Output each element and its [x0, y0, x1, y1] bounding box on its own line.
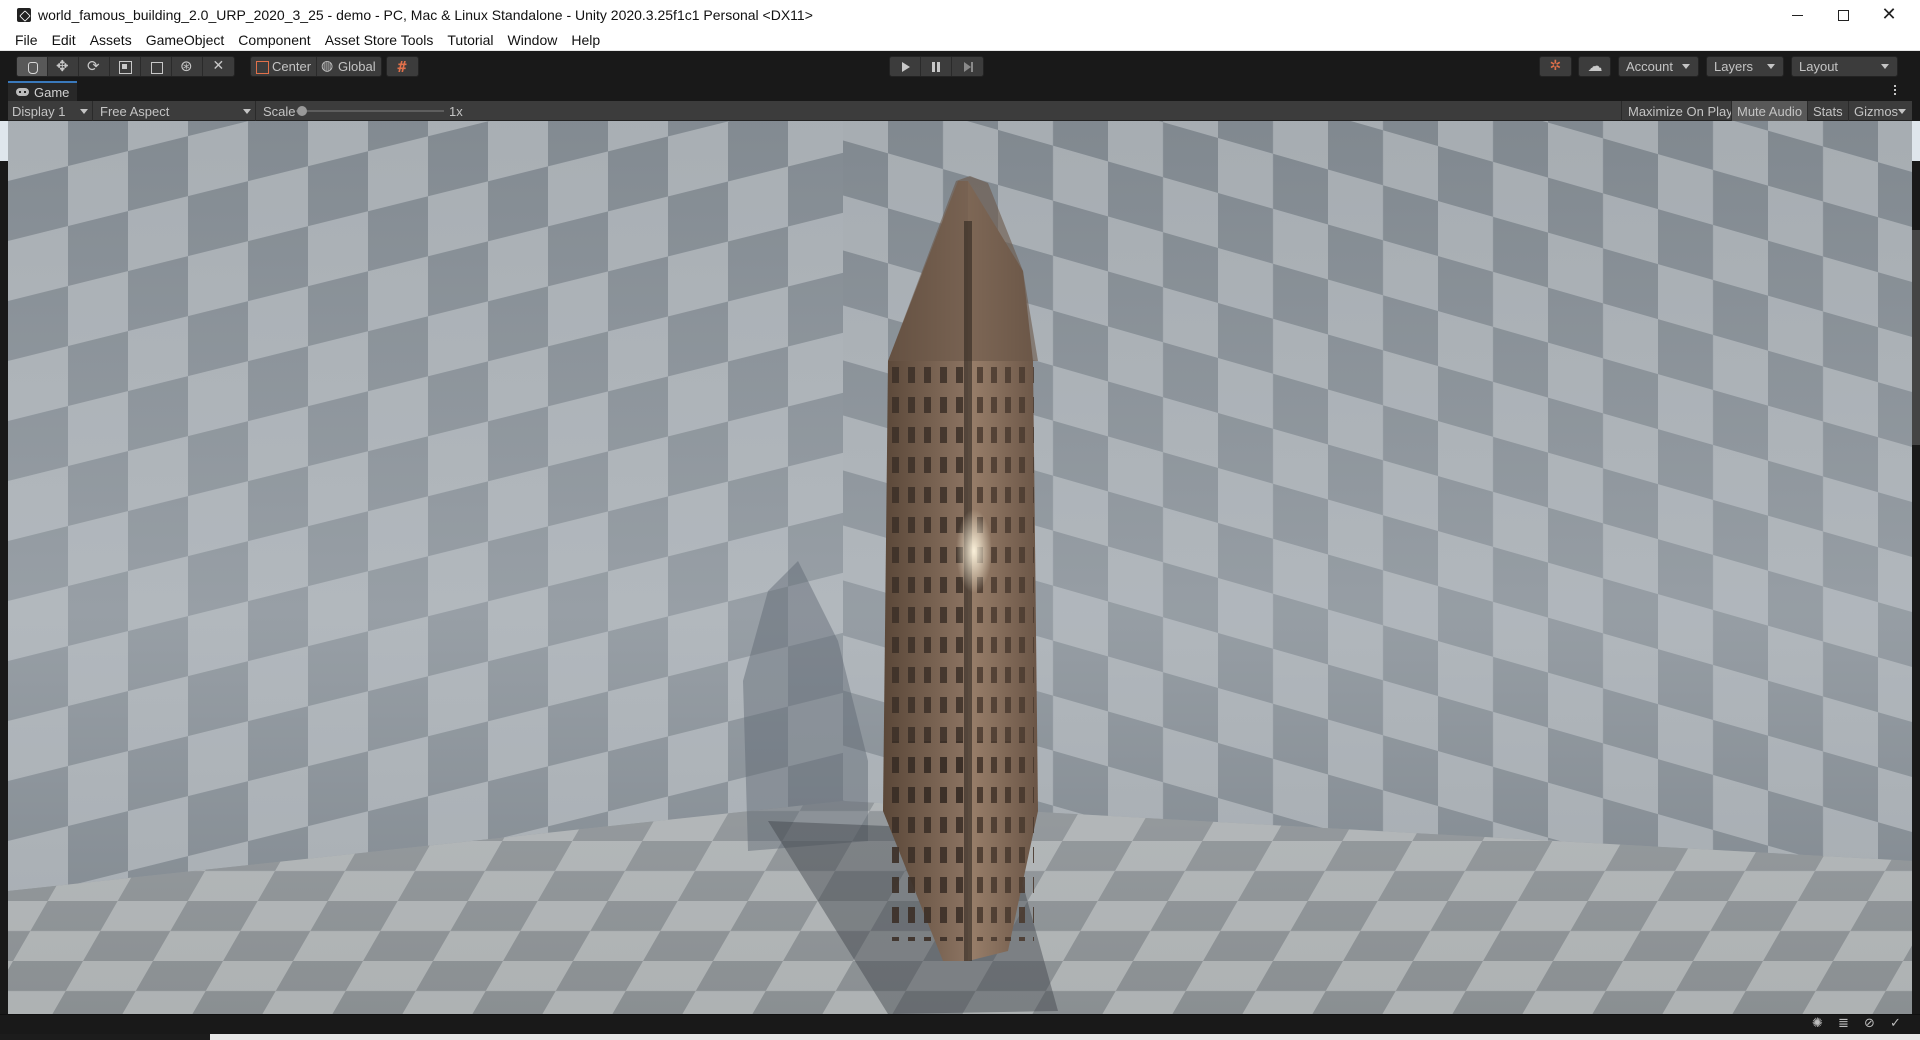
transform-tools-group	[16, 56, 235, 77]
main-toolbar: Center Global Account Layers Layout	[0, 51, 1920, 81]
scale-value: 1x	[449, 103, 463, 119]
tab-game[interactable]: Game	[8, 81, 78, 101]
hand-tool-button[interactable]	[17, 57, 48, 76]
grid-snap-icon	[396, 58, 410, 76]
scale-slider-track[interactable]	[296, 110, 444, 112]
game-viewport[interactable]	[8, 121, 1912, 1014]
cloud-icon	[1588, 57, 1603, 75]
pivot-mode-button[interactable]: Center	[251, 57, 318, 76]
cloud-button[interactable]	[1579, 57, 1610, 76]
play-icon	[898, 60, 912, 74]
menu-assets[interactable]: Assets	[83, 30, 139, 51]
layout-label: Layout	[1799, 59, 1839, 74]
pivot-space-label: Global	[338, 59, 376, 74]
hand-icon	[25, 60, 39, 74]
chevron-down-icon	[80, 108, 88, 114]
maximize-on-play-toggle[interactable]: Maximize On Play	[1621, 101, 1739, 121]
minimize-button[interactable]	[1774, 0, 1820, 30]
playmode-group	[889, 56, 984, 77]
menu-asset-store-tools[interactable]: Asset Store Tools	[318, 30, 441, 51]
menu-window[interactable]: Window	[501, 30, 565, 51]
minimize-icon	[1791, 14, 1803, 16]
scale-tool-button[interactable]	[110, 57, 141, 76]
tools-icon	[212, 58, 226, 74]
disconnected-icon[interactable]	[1864, 1016, 1878, 1032]
rect-icon	[149, 60, 163, 74]
menu-help[interactable]: Help	[564, 30, 607, 51]
rotate-icon	[87, 57, 101, 75]
layout-dropdown[interactable]: Layout	[1791, 56, 1898, 77]
pivot-group: Center Global	[250, 56, 382, 77]
gizmos-toggle[interactable]: Gizmos	[1849, 101, 1902, 121]
custom-tool-button[interactable]	[203, 57, 234, 76]
chevron-down-icon	[1881, 64, 1889, 69]
debug-icon[interactable]	[1812, 1016, 1826, 1032]
scale-slider-handle[interactable]	[297, 106, 307, 116]
tab-game-label: Game	[34, 84, 70, 100]
rotate-tool-button[interactable]	[79, 57, 110, 76]
menu-gameobject[interactable]: GameObject	[139, 30, 232, 51]
status-bar	[0, 1014, 1920, 1034]
scrollbar-thumb[interactable]	[1912, 230, 1920, 445]
chevron-down-icon	[243, 108, 251, 114]
panel-options-icon[interactable]	[1893, 85, 1897, 97]
grid-snap-button[interactable]	[387, 57, 418, 76]
pause-button[interactable]	[921, 57, 952, 76]
menu-component[interactable]: Component	[231, 30, 317, 51]
pivot-icon	[255, 60, 269, 74]
account-dropdown[interactable]: Account	[1618, 56, 1699, 77]
move-tool-button[interactable]	[48, 57, 79, 76]
layers-dropdown[interactable]: Layers	[1706, 56, 1784, 77]
close-icon: ✕	[1881, 4, 1897, 25]
step-button[interactable]	[952, 57, 983, 76]
play-button[interactable]	[890, 57, 921, 76]
gizmos-menu-button[interactable]	[1898, 101, 1906, 121]
menu-file[interactable]: File	[8, 30, 45, 51]
check-icon[interactable]	[1890, 1016, 1904, 1032]
menu-edit[interactable]: Edit	[45, 30, 83, 51]
chevron-down-icon	[1682, 64, 1690, 69]
chevron-down-icon	[1767, 64, 1775, 69]
pivot-mode-label: Center	[272, 59, 312, 74]
menu-bar: File Edit Assets GameObject Component As…	[0, 30, 1920, 51]
globe-icon	[321, 58, 335, 74]
taskbar-strip	[0, 1034, 1920, 1040]
collab-icon	[1549, 58, 1563, 74]
transform-icon	[180, 57, 194, 75]
scene-render	[8, 121, 1912, 1014]
close-button[interactable]: ✕	[1866, 0, 1912, 30]
grid-snap-group	[386, 56, 419, 77]
chevron-down-icon	[1898, 108, 1906, 114]
aspect-dropdown[interactable]: Free Aspect	[92, 101, 255, 121]
scale-icon	[118, 60, 132, 74]
unity-logo-icon	[17, 8, 31, 22]
menu-tutorial[interactable]: Tutorial	[440, 30, 500, 51]
rect-tool-button[interactable]	[141, 57, 172, 76]
display-label: Display 1	[12, 103, 66, 119]
gamepad-icon	[16, 87, 30, 97]
stats-toggle[interactable]: Stats	[1808, 101, 1848, 121]
window-title: world_famous_building_2.0_URP_2020_3_25 …	[38, 7, 813, 23]
game-panel-tabbar: Game	[0, 81, 1920, 101]
stack-icon[interactable]	[1838, 1016, 1852, 1032]
cloud-group	[1578, 56, 1611, 77]
mute-audio-toggle[interactable]: Mute Audio	[1732, 101, 1808, 121]
maximize-icon	[1837, 9, 1849, 21]
account-label: Account	[1626, 59, 1673, 74]
step-icon	[961, 60, 975, 74]
game-view-toolbar: Display 1 Free Aspect Scale 1x Maximize …	[8, 101, 1912, 121]
collab-group	[1539, 56, 1572, 77]
move-icon	[56, 57, 70, 75]
transform-tool-button[interactable]	[172, 57, 203, 76]
collab-button[interactable]	[1540, 57, 1571, 76]
scale-label: Scale	[263, 103, 296, 119]
pivot-space-button[interactable]: Global	[317, 57, 381, 76]
maximize-button[interactable]	[1820, 0, 1866, 30]
display-dropdown[interactable]: Display 1	[12, 101, 92, 121]
layers-label: Layers	[1714, 59, 1754, 74]
window-title-bar: world_famous_building_2.0_URP_2020_3_25 …	[0, 0, 1920, 30]
pause-icon	[929, 60, 943, 74]
aspect-label: Free Aspect	[100, 103, 170, 119]
